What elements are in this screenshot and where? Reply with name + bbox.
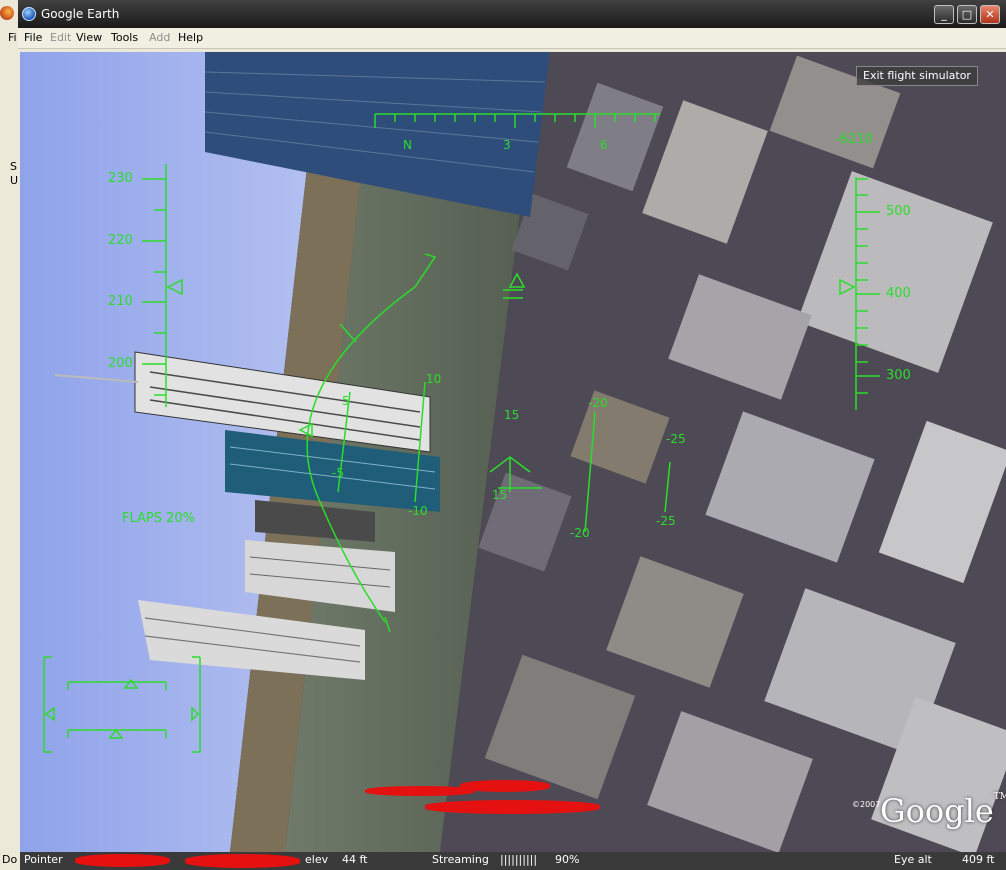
speed-tick-label: 210	[108, 294, 133, 309]
google-logo: GoogleTM	[880, 792, 1006, 830]
pitch-label: -20	[570, 526, 590, 540]
streaming-progress-bar: ||||||||||	[500, 853, 538, 866]
streaming-label: Streaming	[432, 853, 489, 866]
google-earth-icon	[22, 7, 36, 21]
speed-tick-label: 230	[108, 171, 133, 186]
streaming-percent: 90%	[555, 853, 580, 866]
close-button[interactable]: ✕	[980, 5, 1000, 24]
earth-3d-view[interactable]: Exit flight simulator N 3 6 -6210 230 22…	[20, 52, 1006, 852]
pitch-label: -25	[666, 432, 686, 446]
pitch-label: -5	[332, 466, 344, 480]
redaction-mark	[425, 800, 600, 814]
title-bar[interactable]: Google Earth _ □ ✕	[18, 0, 1006, 28]
redaction-mark	[75, 854, 170, 867]
menu-file[interactable]: File	[24, 31, 42, 44]
background-window-edge: Fi S U Do	[0, 0, 20, 870]
maximize-button[interactable]: □	[957, 5, 977, 24]
pitch-label: 5	[342, 394, 350, 408]
redaction-mark	[185, 854, 300, 868]
pointer-label: Pointer	[24, 853, 63, 866]
pitch-label: 15	[504, 408, 520, 422]
vertical-speed-readout: -6210	[835, 132, 873, 147]
altitude-tick-label: 500	[886, 204, 911, 219]
speed-tick-label: 220	[108, 233, 133, 248]
menu-add[interactable]: Add	[149, 31, 170, 44]
menu-edit[interactable]: Edit	[50, 31, 71, 44]
heading-label: N	[403, 138, 412, 152]
bg-menu-fragment: Fi	[8, 31, 17, 44]
menu-help[interactable]: Help	[178, 31, 203, 44]
elevation-label: elev	[305, 853, 329, 866]
redaction-mark	[460, 780, 550, 792]
altitude-tick-label: 300	[886, 368, 911, 383]
eye-altitude-label: Eye alt	[894, 853, 932, 866]
pitch-label: 15	[492, 488, 508, 502]
eye-altitude-value: 409 ft	[962, 853, 995, 866]
flight-hud	[43, 113, 880, 753]
menu-tools[interactable]: Tools	[111, 31, 138, 44]
status-bar: Pointer elev 44 ft Streaming |||||||||| …	[20, 852, 1006, 870]
pitch-label: -20	[588, 396, 608, 410]
redaction-mark	[365, 786, 475, 796]
bg-status-fragment: Do	[2, 853, 18, 866]
pitch-label: 10	[426, 372, 442, 386]
elevation-value: 44 ft	[342, 853, 368, 866]
exit-flight-simulator-button[interactable]: Exit flight simulator	[856, 66, 978, 86]
altitude-tick-label: 400	[886, 286, 911, 301]
heading-label: 3	[503, 138, 511, 152]
pitch-label: -25	[656, 514, 676, 528]
google-logo-tm: TM	[993, 792, 1006, 802]
bg-sidebar-fragment: U	[10, 174, 19, 187]
copyright-text: ©2007	[852, 800, 881, 809]
google-logo-text: Google	[880, 792, 994, 830]
menu-view[interactable]: View	[76, 31, 102, 44]
pitch-label: -10	[408, 504, 428, 518]
speed-tick-label: 200	[108, 356, 133, 371]
minimize-button[interactable]: _	[934, 5, 954, 24]
window-title: Google Earth	[41, 7, 120, 21]
flaps-indicator: FLAPS 20%	[122, 511, 196, 526]
bg-sidebar-fragment: S	[10, 160, 17, 173]
heading-label: 6	[600, 138, 608, 152]
menu-bar: File Edit View Tools Add Help	[18, 28, 1006, 49]
browser-icon	[0, 6, 14, 20]
